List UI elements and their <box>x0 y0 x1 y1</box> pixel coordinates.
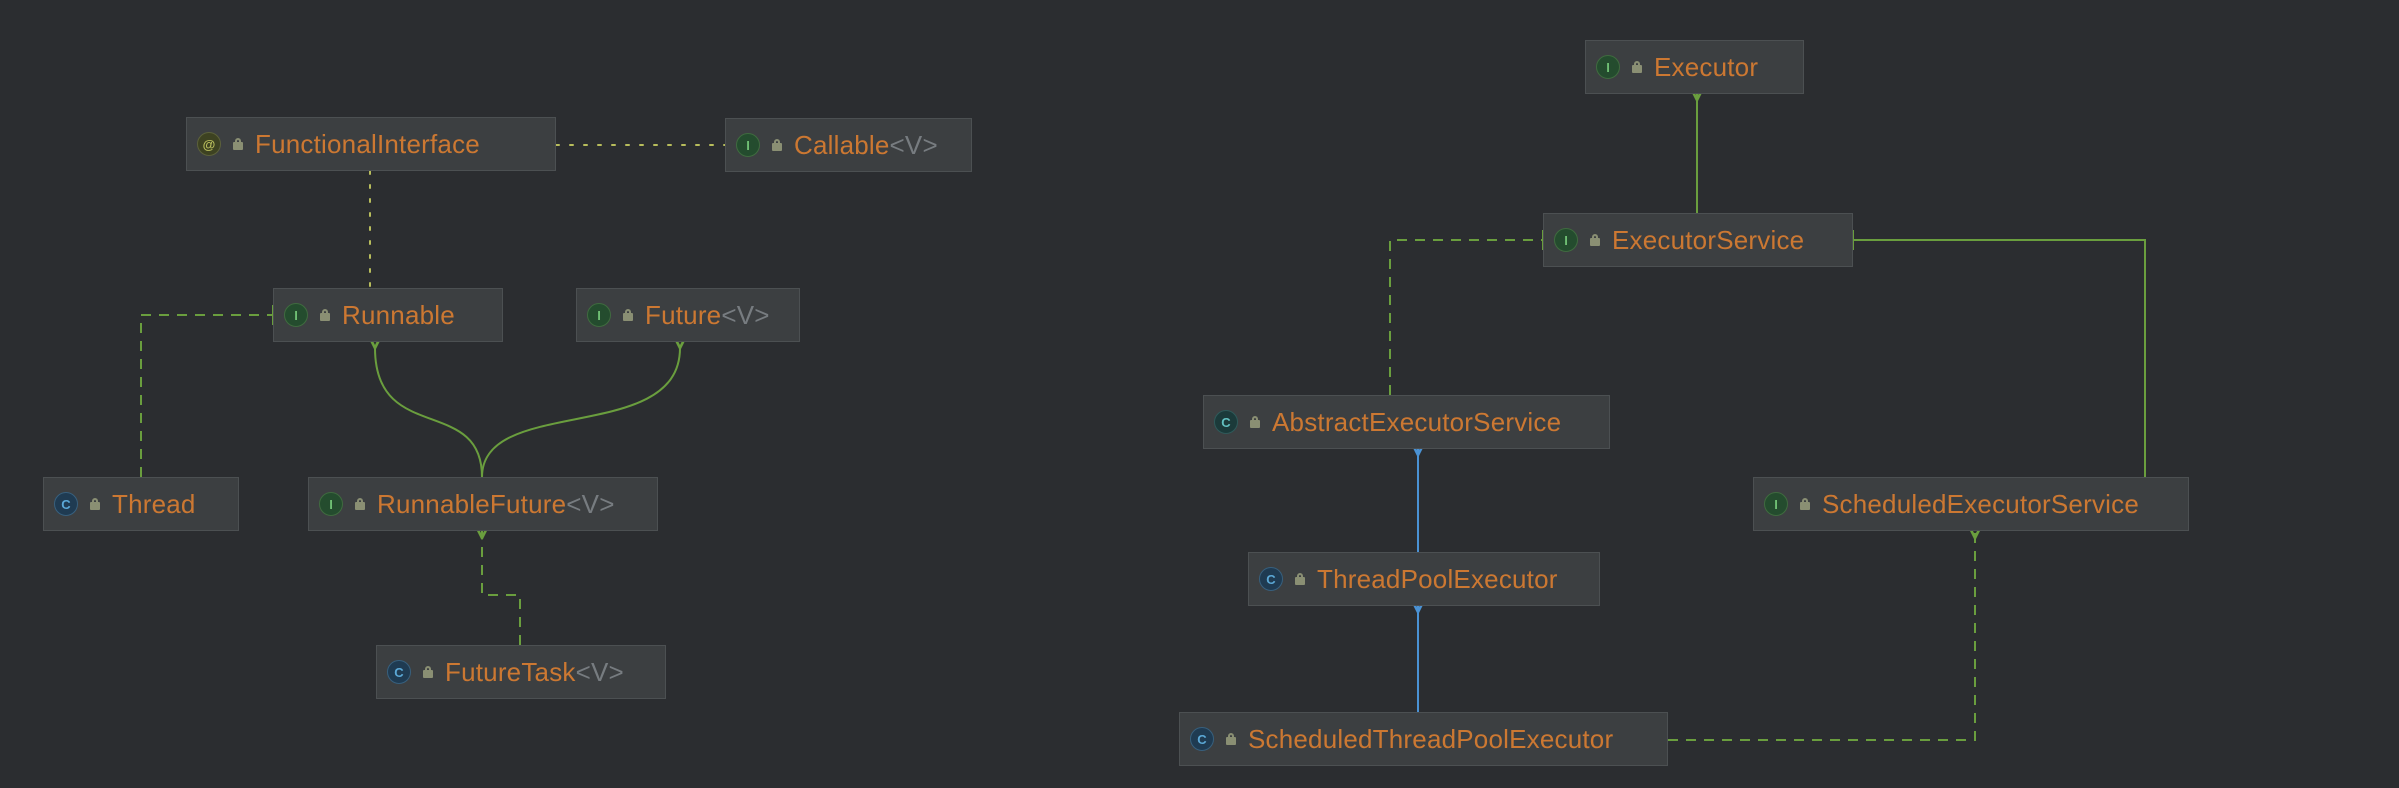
node-threadPoolExec[interactable]: C ThreadPoolExecutor <box>1248 552 1600 606</box>
lock-icon <box>1588 233 1602 247</box>
lock-icon <box>231 137 245 151</box>
node-runnableFuture[interactable]: I RunnableFuture<V> <box>308 477 658 531</box>
class-icon: C <box>1259 567 1283 591</box>
node-label: ExecutorService <box>1612 225 1804 256</box>
abstract-icon: C <box>1214 410 1238 434</box>
class-icon: C <box>387 660 411 684</box>
node-label: ScheduledThreadPoolExecutor <box>1248 724 1613 755</box>
node-label: RunnableFuture<V> <box>377 489 615 520</box>
interface-icon: I <box>319 492 343 516</box>
node-label: FutureTask<V> <box>445 657 624 688</box>
interface-icon: I <box>284 303 308 327</box>
node-schedExecSvc[interactable]: I ScheduledExecutorService <box>1753 477 2189 531</box>
lock-icon <box>1798 497 1812 511</box>
lock-icon <box>770 138 784 152</box>
lock-icon <box>1224 732 1238 746</box>
interface-icon: I <box>1554 228 1578 252</box>
node-executor[interactable]: I Executor <box>1585 40 1804 94</box>
interface-icon: I <box>1596 55 1620 79</box>
interface-icon: I <box>587 303 611 327</box>
lock-icon <box>318 308 332 322</box>
interface-icon: I <box>1764 492 1788 516</box>
node-label: Executor <box>1654 52 1758 83</box>
lock-icon <box>1248 415 1262 429</box>
diagram-canvas: { "nodes": { "functionalInterface": {"na… <box>0 0 2399 788</box>
node-abstractExecSvc[interactable]: C AbstractExecutorService <box>1203 395 1610 449</box>
node-thread[interactable]: C Thread <box>43 477 239 531</box>
lock-icon <box>621 308 635 322</box>
node-runnable[interactable]: I Runnable <box>273 288 503 342</box>
node-executorService[interactable]: I ExecutorService <box>1543 213 1853 267</box>
node-label: Future<V> <box>645 300 770 331</box>
node-callable[interactable]: I Callable<V> <box>725 118 972 172</box>
lock-icon <box>88 497 102 511</box>
node-label: Runnable <box>342 300 455 331</box>
lock-icon <box>1630 60 1644 74</box>
node-label: ScheduledExecutorService <box>1822 489 2139 520</box>
node-functionalInterface[interactable]: @ FunctionalInterface <box>186 117 556 171</box>
lock-icon <box>353 497 367 511</box>
lock-icon <box>421 665 435 679</box>
node-label: FunctionalInterface <box>255 129 480 160</box>
node-label: Thread <box>112 489 196 520</box>
class-icon: C <box>1190 727 1214 751</box>
node-future[interactable]: I Future<V> <box>576 288 800 342</box>
node-label: ThreadPoolExecutor <box>1317 564 1558 595</box>
interface-icon: I <box>736 133 760 157</box>
node-label: AbstractExecutorService <box>1272 407 1561 438</box>
annotation-icon: @ <box>197 132 221 156</box>
node-futureTask[interactable]: C FutureTask<V> <box>376 645 666 699</box>
lock-icon <box>1293 572 1307 586</box>
node-label: Callable<V> <box>794 130 938 161</box>
class-icon: C <box>54 492 78 516</box>
node-schedThreadPoolExec[interactable]: C ScheduledThreadPoolExecutor <box>1179 712 1668 766</box>
